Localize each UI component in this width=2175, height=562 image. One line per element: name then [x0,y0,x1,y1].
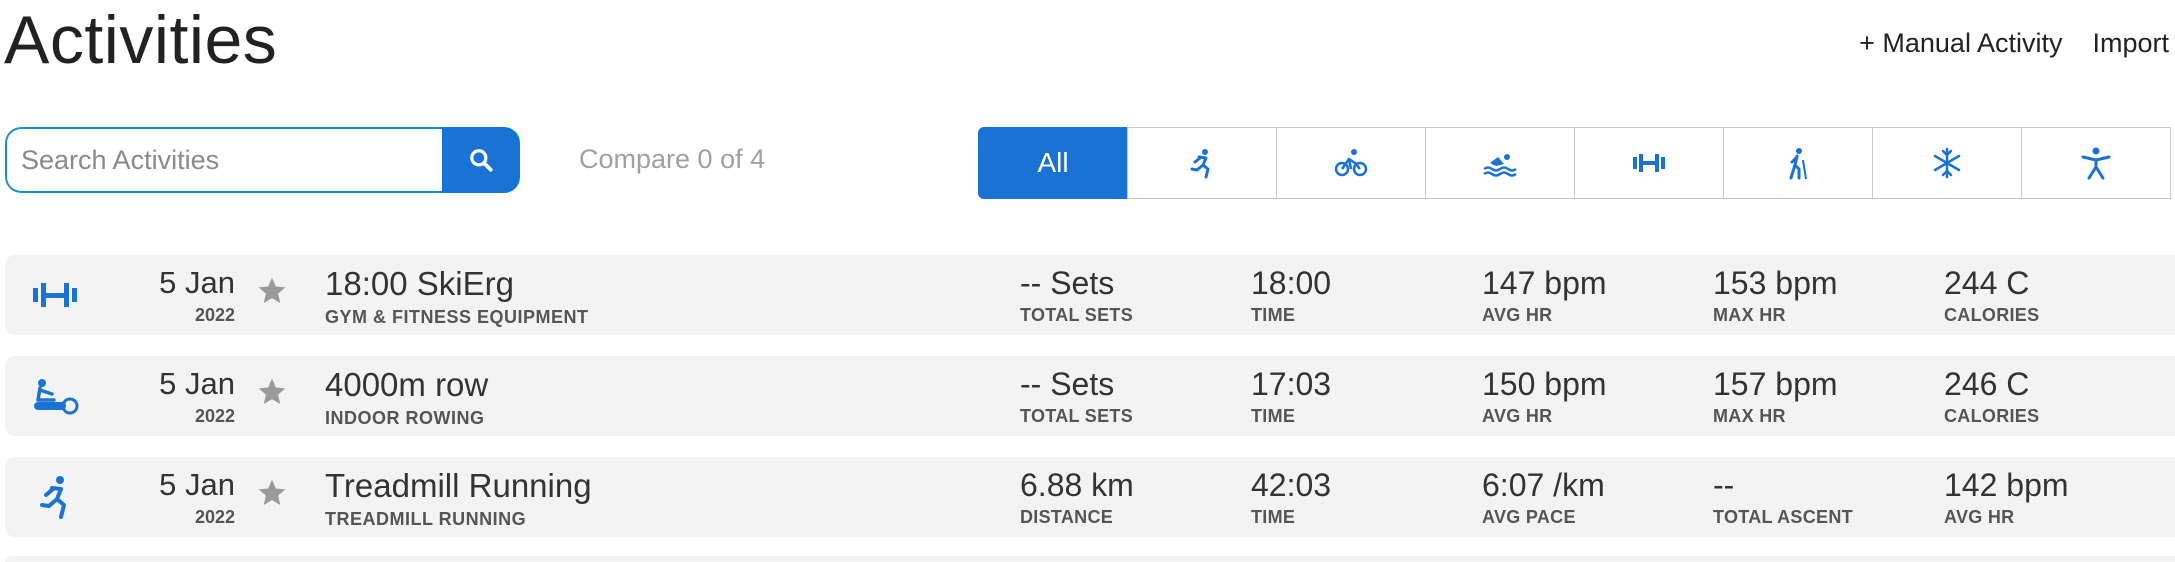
activity-year: 2022 [194,305,235,325]
filter-tab-other[interactable] [2021,127,2171,199]
manual-activity-link[interactable]: + Manual Activity [1859,28,2062,59]
compare-status: Compare 0 of 4 [579,144,766,174]
stat-label: CALORIES [1944,305,2040,325]
stat-label: TIME [1251,507,1296,527]
favorite-star-icon[interactable] [256,275,288,307]
stat-value: 153 bpm [1713,265,1838,301]
stat-value: 147 bpm [1482,265,1607,301]
favorite-star-icon[interactable] [256,477,288,509]
stat-label: TOTAL SETS [1020,305,1134,325]
stat-label: TOTAL ASCENT [1713,507,1853,527]
hiking-icon [1789,148,1807,180]
stat-calories: 244 C CALORIES [1944,265,2039,326]
stat-label: AVG PACE [1482,507,1576,527]
filter-tab-swimming[interactable] [1425,127,1575,199]
filter-tab-cycling[interactable] [1276,127,1426,199]
stat-distance: 6.88 km DISTANCE [1020,467,1134,528]
search-button[interactable] [442,127,520,193]
activity-date: 5 Jan [159,265,235,300]
stat-value: -- Sets [1020,265,1115,301]
search-icon [470,149,493,172]
stat-value: 157 bpm [1713,366,1838,402]
swimming-icon [1483,154,1517,177]
stat-total-sets: -- Sets TOTAL SETS [1020,265,1133,326]
stat-value: -- Sets [1020,366,1115,402]
activity-row[interactable]: 5 Jan 2022 Treadmill Running TREADMILL R… [5,457,2175,537]
favorite-star-icon[interactable] [256,376,288,408]
activity-type-filter: All [978,127,2171,199]
stat-avg-pace: 6:07 /km AVG PACE [1482,467,1605,528]
stat-time: 18:00 TIME [1251,265,1331,326]
strength-icon [1633,154,1665,172]
page-title: Activities [4,2,278,78]
stat-label: MAX HR [1713,406,1786,426]
stat-label: AVG HR [1944,507,2015,527]
stat-value: 150 bpm [1482,366,1607,402]
filter-tab-hiking[interactable] [1723,127,1873,199]
stat-label: TIME [1251,305,1296,325]
activity-name[interactable]: 4000m row [325,366,488,404]
stat-value: 42:03 [1251,467,1332,503]
activity-year: 2022 [194,406,235,426]
filter-tab-all-label: All [1037,147,1069,178]
running-icon [1190,149,1210,179]
activity-date: 5 Jan [159,467,235,502]
stat-max-hr: 153 bpm MAX HR [1713,265,1838,326]
winter-sports-icon [1933,147,1961,179]
stat-calories: 246 C CALORIES [1944,366,2039,427]
stat-value: 246 C [1944,366,2030,402]
stat-label: AVG HR [1482,406,1553,426]
filter-tab-winter-sports[interactable] [1872,127,2022,199]
stat-value: 6:07 /km [1482,467,1605,503]
stat-total-sets: -- Sets TOTAL SETS [1020,366,1133,427]
stat-value: 6.88 km [1020,467,1134,503]
stat-label: MAX HR [1713,305,1786,325]
search-box [5,127,520,193]
stat-avg-hr: 147 bpm AVG HR [1482,265,1607,326]
stat-total-ascent: -- TOTAL ASCENT [1713,467,1853,528]
stat-label: TOTAL SETS [1020,406,1134,426]
stat-avg-hr: 150 bpm AVG HR [1482,366,1607,427]
stat-max-hr: 157 bpm MAX HR [1713,366,1838,427]
activity-type: TREADMILL RUNNING [325,509,527,529]
filter-tab-strength[interactable] [1574,127,1724,199]
activity-type: INDOOR ROWING [325,408,485,428]
activity-name[interactable]: 18:00 SkiErg [325,265,514,303]
filter-tab-running[interactable] [1127,127,1277,199]
activity-name[interactable]: Treadmill Running [325,467,592,505]
stat-time: 42:03 TIME [1251,467,1331,528]
header-actions: + Manual Activity Import [1859,28,2169,59]
activity-row-partial [5,556,2175,562]
stat-value: 17:03 [1251,366,1332,402]
other-activity-icon [2081,147,2111,180]
stat-label: AVG HR [1482,305,1553,325]
stat-value: 244 C [1944,265,2030,301]
import-link[interactable]: Import [2092,28,2169,59]
search-input[interactable] [5,127,442,193]
stat-label: DISTANCE [1020,507,1114,527]
stat-label: CALORIES [1944,406,2040,426]
filter-tab-all[interactable]: All [978,127,1128,199]
stat-value: -- [1713,467,1735,503]
stat-value: 142 bpm [1944,467,2069,503]
activity-row[interactable]: 5 Jan 2022 18:00 SkiErg GYM & FITNESS EQ… [5,255,2175,335]
activity-year: 2022 [194,507,235,527]
stat-time: 17:03 TIME [1251,366,1331,427]
activity-row[interactable]: 5 Jan 2022 4000m row INDOOR ROWING -- Se… [5,356,2175,436]
activity-date: 5 Jan [159,366,235,401]
cycling-icon [1334,149,1368,177]
stat-label: TIME [1251,406,1296,426]
stat-avg-hr: 142 bpm AVG HR [1944,467,2069,528]
activity-type: GYM & FITNESS EQUIPMENT [325,307,589,327]
stat-value: 18:00 [1251,265,1332,301]
